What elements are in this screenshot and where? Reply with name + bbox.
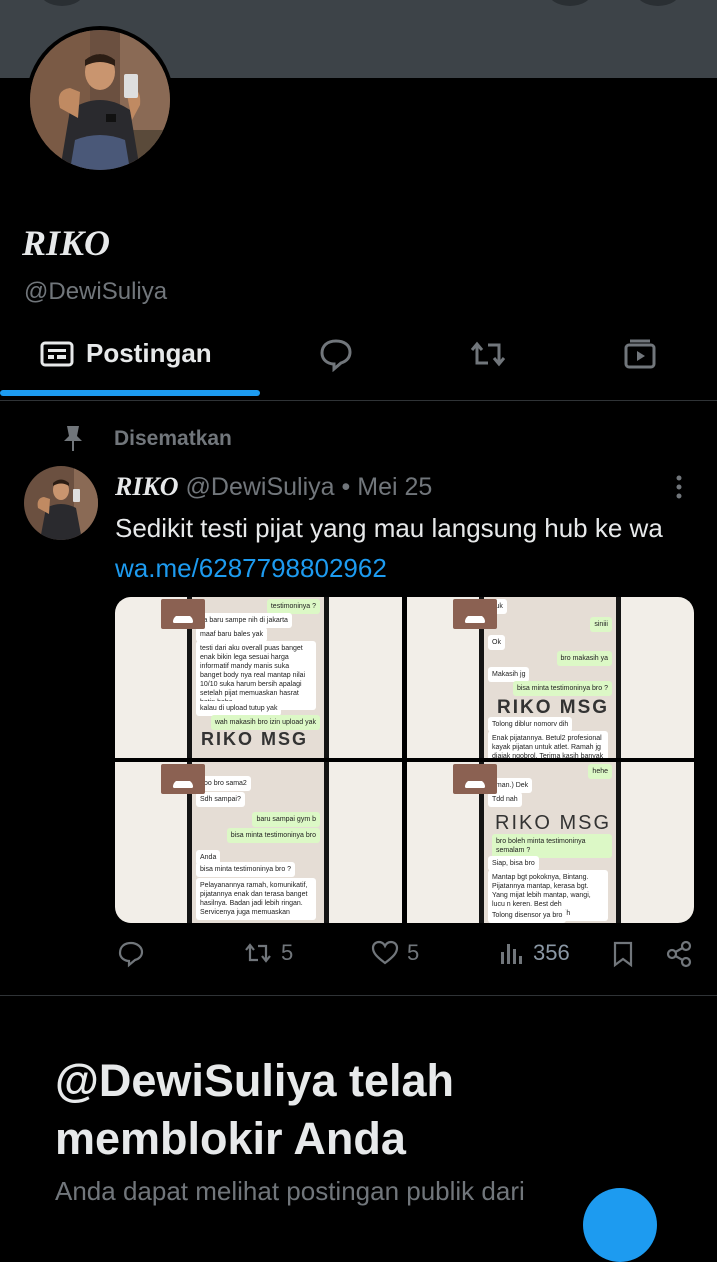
more-vertical-icon: [676, 475, 682, 499]
profile-handle: @DewiSuliya: [24, 278, 168, 305]
media-image-3[interactable]: Yoo bro sama2 Sdh sampai? baru sampai gy…: [115, 762, 402, 923]
bookmark-button[interactable]: [611, 940, 635, 968]
avatar-photo: [30, 30, 170, 170]
post-author-name[interactable]: RIKO: [115, 472, 179, 501]
user-silhouette-icon: [161, 599, 205, 629]
active-tab-indicator: [0, 390, 260, 396]
profile-tabs: Postingan: [0, 330, 717, 401]
chat-bubble: kalau di upload tutup yak: [196, 701, 282, 716]
share-button[interactable]: [665, 940, 693, 968]
media-image-2[interactable]: yuk siniii Ok bro makasih ya Makasih jg …: [407, 597, 694, 758]
views-count: 356: [533, 940, 570, 965]
tab-replies[interactable]: [318, 336, 354, 377]
post-more-button[interactable]: [672, 474, 686, 505]
repost-icon: [470, 341, 506, 367]
chat-bubble: Enak pijatannya. Betul2 profesional kaya…: [488, 731, 608, 758]
user-silhouette-icon: [161, 764, 205, 794]
share-icon: [666, 940, 692, 968]
tab-media[interactable]: [622, 336, 658, 377]
like-count: 5: [407, 940, 420, 965]
repost-icon: [245, 943, 271, 963]
chat-bubble: bro makasih ya: [556, 651, 612, 666]
tab-reposts[interactable]: [468, 336, 508, 377]
post-media-grid[interactable]: testimoninya ? ya baru sampe nih di jaka…: [115, 597, 694, 923]
chat-bubble: testimoninya ?: [266, 599, 320, 614]
media-watermark: RIKO MSG: [495, 812, 612, 834]
post-body: Sedikit testi pijat yang mau langsung hu…: [115, 508, 705, 588]
search-button[interactable]: [548, 0, 592, 6]
views-chart-icon: [501, 944, 522, 964]
post-action-bar: 5 5 356: [115, 940, 705, 980]
compose-button[interactable]: [583, 1188, 657, 1262]
post-header: RIKO @DewiSuliya • Mei 25: [115, 472, 432, 502]
media-icon: [624, 339, 656, 369]
chat-bubble: Tolong disensor ya bro: [488, 908, 567, 923]
media-image-1[interactable]: testimoninya ? ya baru sampe nih di jaka…: [115, 597, 402, 758]
chat-bubble: Ok: [488, 635, 505, 650]
posts-icon: [40, 341, 74, 366]
chat-bubble: baru sampai gym b: [252, 812, 320, 827]
bookmark-icon: [613, 941, 633, 968]
chat-bubble: Siap, bisa bro: [488, 856, 539, 871]
post-avatar-photo: [24, 466, 98, 540]
chat-bubble: Pelayanannya ramah, komunikatif, pijatan…: [196, 878, 316, 920]
post-link[interactable]: wa.me/6287798802962: [115, 553, 387, 583]
reply-icon: [320, 339, 352, 373]
more-button[interactable]: [636, 0, 680, 6]
user-silhouette-icon: [453, 764, 497, 794]
profile-display-name: RIKO: [22, 223, 111, 263]
chat-bubble: testi dari aku overall puas banget enak …: [196, 641, 316, 710]
pinned-text: Disematkan: [114, 427, 232, 450]
blocked-subtitle: Anda dapat melihat postingan publik dari: [55, 1176, 525, 1206]
heart-icon: [371, 940, 399, 965]
user-silhouette-icon: [453, 599, 497, 629]
media-watermark: RIKO MSG: [201, 729, 309, 749]
post-separator: •: [341, 473, 351, 501]
media-watermark: RIKO MSG: [497, 697, 610, 718]
chat-bubble: wah makasih bro izin upload yak: [210, 715, 320, 730]
chat-bubble: siniii: [590, 617, 612, 632]
blocked-title: @DewiSuliya telah memblokir Anda: [55, 1055, 455, 1164]
pinned-label: Disematkan: [60, 424, 232, 454]
post-date[interactable]: Mei 25: [357, 473, 432, 501]
chat-bubble: Sdh sampai?: [196, 792, 245, 807]
chat-bubble: maaf baru bales yak: [196, 627, 268, 642]
chat-bubble: Tolong diblur nomorv dih: [488, 717, 573, 732]
chat-bubble: Tdd nah: [488, 792, 522, 807]
media-image-4[interactable]: hehe aman.) Dek Tdd nah bro boleh minta …: [407, 762, 694, 923]
chat-bubble: hehe: [588, 764, 612, 779]
tab-posts[interactable]: Postingan: [40, 338, 212, 369]
post-author-handle[interactable]: @DewiSuliya: [186, 473, 335, 501]
like-button[interactable]: 5: [371, 940, 419, 966]
chat-bubble: bisa minta testimoninya bro ?: [196, 862, 296, 877]
chat-bubble: bisa minta testimoninya bro: [226, 828, 320, 843]
repost-button[interactable]: 5: [243, 940, 293, 966]
tab-posts-label: Postingan: [86, 338, 212, 368]
back-button[interactable]: [40, 0, 84, 6]
chat-bubble: Makasih jg: [488, 667, 530, 682]
post-author-avatar[interactable]: [24, 466, 98, 540]
chat-bubble: bisa minta testimoninya bro ?: [512, 681, 612, 696]
section-divider: [0, 995, 717, 996]
reply-button[interactable]: [117, 940, 153, 968]
chat-bubble: ya baru sampe nih di jakarta: [196, 613, 292, 628]
repost-count: 5: [281, 940, 294, 965]
chat-bubble: bro boleh minta testimoninya semalam ?: [492, 834, 612, 858]
pin-icon: [64, 426, 82, 451]
post-text: Sedikit testi pijat yang mau langsung hu…: [115, 513, 663, 543]
views-button[interactable]: 356: [499, 940, 570, 966]
profile-avatar[interactable]: [26, 26, 174, 174]
reply-icon: [118, 941, 144, 968]
